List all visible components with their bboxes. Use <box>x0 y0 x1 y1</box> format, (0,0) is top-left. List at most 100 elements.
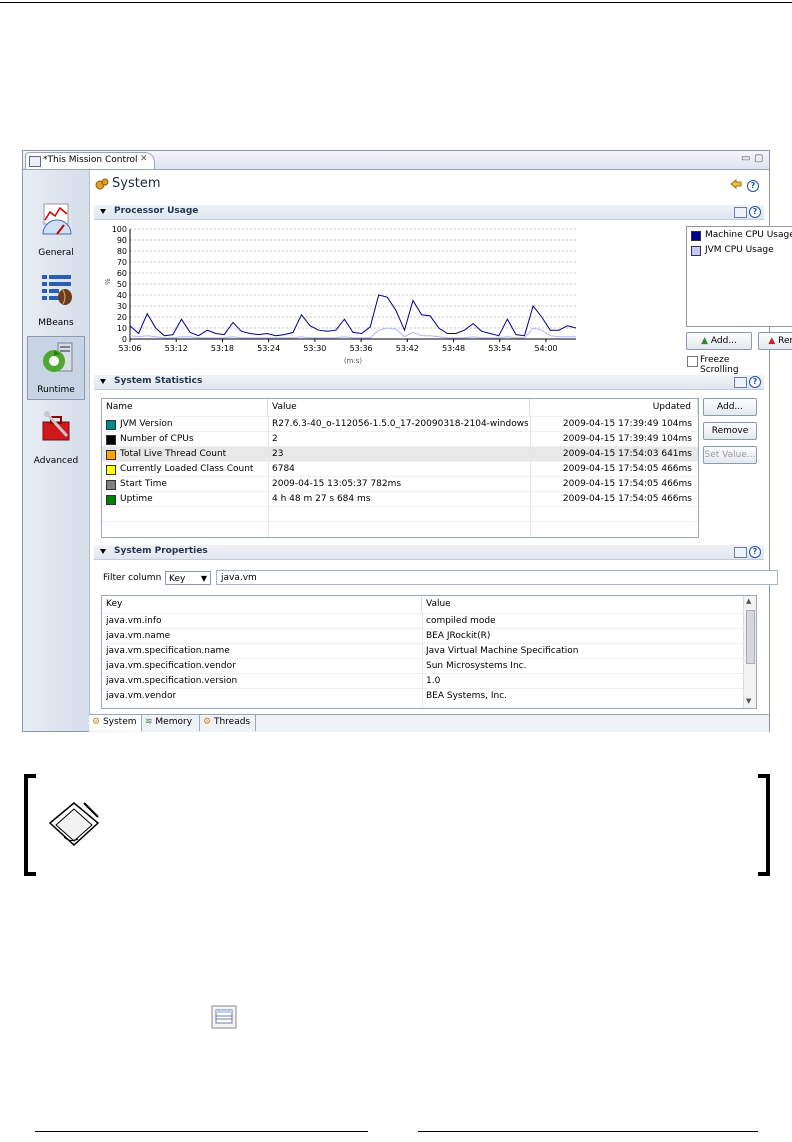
empty-row <box>102 506 698 522</box>
help-icon[interactable]: ? <box>749 206 761 218</box>
table-row[interactable]: java.vm.vendor BEA Systems, Inc. <box>102 688 744 704</box>
row-updated: 2009-04-15 17:54:05 466ms <box>562 479 692 489</box>
filter-column-select[interactable]: Key ▼ <box>165 571 211 585</box>
row-value: 2009-04-15 13:05:37 782ms <box>272 479 402 489</box>
system-properties-header[interactable]: System Properties ? <box>94 545 764 560</box>
y-tick-label: 70 <box>117 258 127 267</box>
add-attribute-button[interactable]: Add... <box>703 398 757 416</box>
filter-column-value: Key <box>169 574 186 584</box>
color-swatch <box>106 495 116 505</box>
table-row[interactable]: java.vm.specification.version 1.0 <box>102 673 744 689</box>
row-name: Uptime <box>120 494 153 504</box>
legend-label: JVM CPU Usage <box>705 245 774 255</box>
mission-control-window: *This Mission Control ✕ ▭ ▢ General MBea… <box>22 150 792 732</box>
column-divider <box>530 415 531 537</box>
column-header-name[interactable]: Name <box>102 399 268 415</box>
system-statistics-header[interactable]: System Statistics ? <box>94 375 764 390</box>
table-row[interactable]: Currently Loaded Class Count 6784 2009-0… <box>102 461 698 477</box>
scroll-down-icon[interactable]: ▼ <box>746 697 751 705</box>
section-title: System Properties <box>114 546 208 556</box>
freeze-scrolling-checkbox[interactable] <box>687 356 698 367</box>
table-row[interactable]: Number of CPUs 2 2009-04-15 17:39:49 104… <box>102 431 698 447</box>
row-name: JVM Version <box>120 419 173 429</box>
scroll-up-icon[interactable]: ▲ <box>746 597 751 605</box>
tab-system[interactable]: ⚙ System <box>89 715 142 731</box>
remove-series-button[interactable]: ▲ Remove <box>758 332 792 350</box>
property-value: Sun Microsystems Inc. <box>426 661 527 671</box>
row-name: Total Live Thread Count <box>120 449 227 459</box>
row-updated: 2009-04-15 17:54:05 466ms <box>562 464 692 474</box>
collapse-triangle-icon[interactable] <box>100 379 106 384</box>
add-series-button[interactable]: ▲ Add... <box>686 332 752 350</box>
property-value: compiled mode <box>426 616 496 626</box>
editor-tab[interactable]: *This Mission Control ✕ <box>25 152 155 169</box>
column-header-value[interactable]: Value <box>422 596 744 612</box>
table-settings-icon[interactable] <box>734 377 747 388</box>
editor-tab-strip: *This Mission Control ✕ ▭ ▢ <box>23 151 769 170</box>
tab-memory[interactable]: ≋ Memory <box>142 715 200 731</box>
remove-chart-icon: ▲ <box>768 336 779 346</box>
x-tick-label: 53:30 <box>303 344 326 353</box>
x-tick-label: 53:06 <box>118 344 141 353</box>
table-row[interactable]: Total Live Thread Count 23 2009-04-15 17… <box>102 446 698 462</box>
y-tick-label: 0 <box>122 335 127 344</box>
collapse-triangle-icon[interactable] <box>100 549 106 554</box>
table-settings-icon <box>211 1005 237 1029</box>
row-name: Currently Loaded Class Count <box>120 464 254 474</box>
tab-label: Threads <box>213 717 251 727</box>
table-settings-icon[interactable] <box>734 547 747 558</box>
table-row[interactable]: java.vm.specification.name Java Virtual … <box>102 643 744 659</box>
add-chart-icon: ▲ <box>701 336 711 346</box>
system-page: System ? Processor Usage ? 0 10 20 30 40 50 60… <box>90 170 792 710</box>
close-icon[interactable]: ✕ <box>140 154 148 164</box>
x-tick-label: 53:18 <box>211 344 234 353</box>
help-icon[interactable]: ? <box>749 546 761 558</box>
table-row[interactable]: java.vm.specification.vendor Sun Microsy… <box>102 658 744 674</box>
threads-icon: ⚙ <box>203 717 212 727</box>
notes-icon <box>48 802 100 847</box>
chart-legend: Machine CPU Usage JVM CPU Usage <box>686 226 792 327</box>
tab-label: Memory <box>155 717 193 727</box>
series-line <box>129 294 577 337</box>
column-header-key[interactable]: Key <box>102 596 422 612</box>
processor-usage-header[interactable]: Processor Usage ? <box>94 205 764 220</box>
chart-options-icon[interactable] <box>734 207 747 218</box>
property-key: java.vm.specification.name <box>106 646 230 656</box>
table-row[interactable]: Uptime 4 h 48 m 27 s 684 ms 2009-04-15 1… <box>102 491 698 507</box>
table-row[interactable]: java.vm.name BEA JRockit(R) <box>102 628 744 644</box>
minimize-icon[interactable]: ▭ <box>741 153 750 164</box>
help-icon[interactable]: ? <box>747 180 759 192</box>
collapse-triangle-icon[interactable] <box>100 209 106 214</box>
nav-item-advanced[interactable]: Advanced <box>27 406 85 470</box>
note-bracket-left <box>24 774 36 876</box>
system-properties-table: Key Value java.vm.info compiled mode jav… <box>101 595 757 709</box>
property-value: 1.0 <box>426 676 441 686</box>
nav-item-runtime[interactable]: Runtime <box>27 336 85 400</box>
button-label: Add... <box>710 336 737 346</box>
mission-control-icon <box>29 156 41 167</box>
back-arrow-icon[interactable] <box>730 179 742 189</box>
series-line <box>129 327 576 339</box>
table-row[interactable]: Start Time 2009-04-15 13:05:37 782ms 200… <box>102 476 698 492</box>
nav-item-general[interactable]: General <box>27 198 85 262</box>
nav-item-label: General <box>38 248 74 258</box>
table-row[interactable]: java.vm.info compiled mode <box>102 613 744 629</box>
nav-item-mbeans[interactable]: MBeans <box>27 268 85 332</box>
x-tick-label: 54:00 <box>534 344 557 353</box>
column-header-updated[interactable]: Updated <box>530 399 698 415</box>
remove-attribute-button[interactable]: Remove <box>703 422 757 440</box>
set-value-button[interactable]: Set Value... <box>703 446 757 464</box>
scrollbar-thumb[interactable] <box>746 610 755 664</box>
column-header-value[interactable]: Value <box>268 399 530 415</box>
gauge-chart-icon <box>42 203 72 235</box>
y-tick-label: 100 <box>112 225 127 234</box>
vertical-scrollbar[interactable]: ▲ ▼ <box>743 596 756 708</box>
table-row[interactable]: JVM Version R27.6.3-40_o-112056-1.5.0_17… <box>102 416 698 432</box>
row-name: Number of CPUs <box>120 434 194 444</box>
color-swatch <box>106 450 116 460</box>
tab-threads[interactable]: ⚙ Threads <box>200 715 256 731</box>
help-icon[interactable]: ? <box>749 376 761 388</box>
memory-icon: ≋ <box>145 717 153 727</box>
filter-input[interactable]: java.vm <box>216 570 778 585</box>
maximize-icon[interactable]: ▢ <box>754 153 763 164</box>
